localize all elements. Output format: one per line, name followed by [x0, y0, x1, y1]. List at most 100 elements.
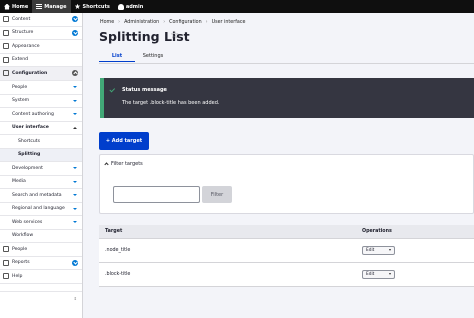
- sidebar-label: Content: [12, 16, 31, 22]
- sidebar-item-content-authoring[interactable]: Content authoring: [0, 108, 82, 122]
- status-title: Status message: [122, 87, 167, 93]
- user-icon: [117, 3, 124, 10]
- expand-icon[interactable]: [72, 29, 78, 36]
- sidebar-item-workflow[interactable]: Workflow: [0, 230, 82, 243]
- star-icon: [74, 3, 81, 9]
- breadcrumb-home[interactable]: Home: [100, 20, 114, 25]
- chevron-up-icon[interactable]: [73, 126, 77, 129]
- appearance-icon: [3, 43, 9, 50]
- expand-icon[interactable]: [72, 259, 78, 266]
- reports-icon: [3, 259, 9, 266]
- admin-sidebar: Content Structure Appearance Extend Conf…: [0, 13, 83, 318]
- sidebar-label: User interface: [12, 125, 49, 131]
- sidebar-label: Search and metadata: [12, 192, 62, 198]
- sidebar-item-help[interactable]: Help: [0, 270, 82, 284]
- toolbar-home[interactable]: Home: [0, 0, 32, 13]
- collapse-sidebar-icon[interactable]: ⇕: [74, 296, 77, 301]
- sidebar-label: People: [12, 84, 28, 90]
- sidebar-item-appearance[interactable]: Appearance: [0, 40, 82, 54]
- breadcrumb-user-interface[interactable]: User interface: [212, 20, 246, 25]
- sidebar-item-splitting[interactable]: Splitting: [0, 148, 82, 162]
- sidebar-item-configuration[interactable]: Configuration: [0, 67, 82, 81]
- filter-button[interactable]: Filter: [202, 186, 232, 203]
- chevron-down-icon[interactable]: [73, 180, 77, 183]
- sidebar-label: System: [12, 98, 30, 104]
- status-text: The target .block-title has been added.: [122, 100, 220, 106]
- add-target-button[interactable]: + Add target: [99, 132, 149, 150]
- sidebar-label: Appearance: [12, 43, 40, 49]
- sidebar-label: Workflow: [12, 233, 34, 239]
- chevron-down-icon[interactable]: [73, 86, 77, 89]
- breadcrumb-separator: ›: [163, 20, 166, 25]
- column-header-target: Target: [105, 229, 123, 234]
- chevron-down-icon[interactable]: [73, 194, 77, 197]
- help-icon: [3, 273, 9, 280]
- sidebar-item-system[interactable]: System: [0, 95, 82, 108]
- sidebar-label: Media: [12, 179, 26, 185]
- table-row: .node_title Edit: [99, 239, 474, 263]
- sidebar-item-shortcuts[interactable]: Shortcuts: [0, 135, 82, 149]
- toolbar-user[interactable]: admin: [114, 0, 147, 13]
- toolbar-manage[interactable]: Manage: [32, 0, 71, 13]
- filter-targets-panel: Filter targets Filter: [99, 154, 474, 214]
- sidebar-item-reports[interactable]: Reports: [0, 257, 82, 270]
- breadcrumb-configuration[interactable]: Configuration: [169, 20, 202, 25]
- sidebar-item-regional-language[interactable]: Regional and language: [0, 203, 82, 216]
- column-header-operations: Operations: [362, 229, 392, 234]
- sidebar-item-development[interactable]: Development: [0, 162, 82, 176]
- table-row: .block-title Edit: [99, 263, 474, 287]
- filter-input[interactable]: [113, 186, 200, 203]
- favorite-star-icon[interactable]: ☆: [170, 30, 179, 41]
- chevron-down-icon[interactable]: [73, 207, 77, 210]
- breadcrumb-separator: ›: [118, 20, 121, 25]
- sidebar-label: People: [12, 246, 28, 252]
- sidebar-item-extend[interactable]: Extend: [0, 54, 82, 67]
- sidebar-item-media[interactable]: Media: [0, 176, 82, 189]
- sidebar-item-people[interactable]: People: [0, 243, 82, 257]
- collapse-icon[interactable]: [72, 70, 78, 77]
- sidebar-item-web-services[interactable]: Web services: [0, 216, 82, 230]
- sidebar-label: Structure: [12, 30, 34, 36]
- admin-toolbar: Home Manage Shortcuts admin: [0, 0, 474, 13]
- target-cell: .node_title: [105, 248, 131, 253]
- sidebar-item-user-interface[interactable]: User interface: [0, 122, 82, 135]
- chevron-down-icon[interactable]: [73, 99, 77, 102]
- sidebar-label: Configuration: [12, 70, 48, 76]
- sidebar-collapse[interactable]: ⇕: [0, 291, 82, 318]
- toolbar-shortcuts-label: Shortcuts: [82, 3, 110, 10]
- sidebar-label: Shortcuts: [18, 138, 40, 144]
- sidebar-item-content[interactable]: Content: [0, 13, 82, 27]
- wrench-icon: [3, 70, 9, 77]
- chevron-up-icon: [104, 162, 109, 167]
- filter-toggle[interactable]: Filter targets: [104, 161, 143, 167]
- content-icon: [3, 16, 9, 23]
- chevron-down-icon[interactable]: [73, 113, 77, 116]
- check-icon: [109, 86, 115, 92]
- chevron-down-icon[interactable]: [73, 167, 77, 170]
- tab-list[interactable]: List: [99, 50, 135, 62]
- toolbar-home-label: Home: [12, 3, 29, 10]
- breadcrumb-administration[interactable]: Administration: [124, 20, 159, 25]
- menu-icon: [36, 4, 43, 9]
- expand-icon[interactable]: [72, 16, 78, 23]
- sidebar-item-people-config[interactable]: People: [0, 81, 82, 95]
- table-header: Target Operations: [99, 225, 474, 239]
- sidebar-label: Development: [12, 165, 43, 171]
- chevron-down-icon[interactable]: [73, 221, 77, 224]
- operations-dropdown[interactable]: Edit: [362, 270, 395, 279]
- extend-icon: [3, 56, 9, 63]
- sidebar-label: Reports: [12, 260, 30, 266]
- target-cell: .block-title: [105, 272, 131, 277]
- status-message: Status message The target .block-title h…: [100, 78, 474, 118]
- operations-dropdown[interactable]: Edit: [362, 246, 395, 255]
- sidebar-label: Regional and language: [12, 206, 65, 212]
- home-icon: [4, 3, 10, 10]
- toolbar-manage-label: Manage: [44, 3, 67, 10]
- sidebar-label: Extend: [12, 57, 29, 63]
- sidebar-label: Help: [12, 273, 23, 279]
- structure-icon: [3, 29, 9, 36]
- tab-settings[interactable]: Settings: [135, 50, 171, 62]
- sidebar-item-structure[interactable]: Structure: [0, 27, 82, 40]
- toolbar-shortcuts[interactable]: Shortcuts: [71, 0, 114, 13]
- sidebar-item-search-metadata[interactable]: Search and metadata: [0, 189, 82, 203]
